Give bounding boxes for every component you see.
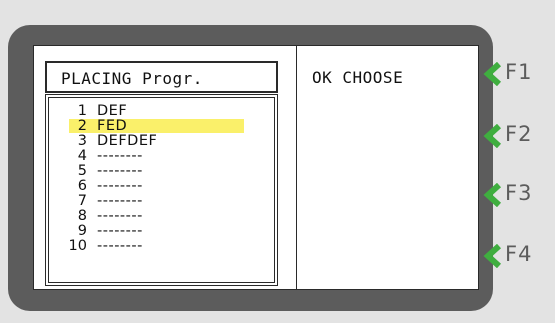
- program-number: 3: [77, 133, 87, 149]
- program-number: 9: [77, 223, 87, 239]
- screen-divider: [296, 46, 297, 289]
- program-number: 6: [77, 178, 87, 194]
- chevron-left-icon: [483, 124, 502, 148]
- lcd-screen: PLACING Progr. 1 DEF 2 FED 3 DEFDEF 4 --…: [33, 45, 479, 290]
- f4-key-label: F4: [505, 242, 533, 266]
- program-number: 1: [77, 103, 87, 119]
- f4-key[interactable]: F4: [482, 241, 542, 271]
- program-list-inner: 1 DEF 2 FED 3 DEFDEF 4 -------- 5 ------…: [48, 97, 275, 283]
- f3-key-label: F3: [505, 181, 533, 205]
- program-name: --------: [97, 178, 143, 194]
- chevron-left-icon: [483, 244, 502, 268]
- f1-key[interactable]: F1: [482, 59, 542, 89]
- program-number: 4: [77, 148, 87, 164]
- program-name: FED: [97, 118, 128, 134]
- chevron-left-icon: [483, 183, 502, 207]
- program-name: DEFDEF: [97, 133, 158, 149]
- program-title-box: PLACING Progr.: [45, 61, 278, 93]
- program-name: --------: [97, 223, 143, 239]
- page-title: PLACING Progr.: [61, 69, 203, 88]
- f1-key-label: F1: [505, 60, 533, 84]
- f2-key-label: F2: [505, 122, 533, 146]
- program-number: 7: [77, 193, 87, 209]
- ok-choose-label: OK CHOOSE: [312, 68, 404, 87]
- chevron-left-icon: [483, 62, 502, 86]
- program-name: --------: [97, 208, 143, 224]
- program-list: 1 DEF 2 FED 3 DEFDEF 4 -------- 5 ------…: [45, 94, 278, 286]
- f2-key[interactable]: F2: [482, 121, 542, 151]
- program-name: --------: [97, 193, 143, 209]
- program-name: --------: [97, 238, 143, 254]
- program-number: 10: [68, 238, 87, 254]
- f3-key[interactable]: F3: [482, 180, 542, 210]
- program-name: DEF: [97, 103, 128, 119]
- program-number: 2: [77, 118, 87, 134]
- program-name: --------: [97, 148, 143, 164]
- program-number: 8: [77, 208, 87, 224]
- program-number: 5: [77, 163, 87, 179]
- program-name: --------: [97, 163, 143, 179]
